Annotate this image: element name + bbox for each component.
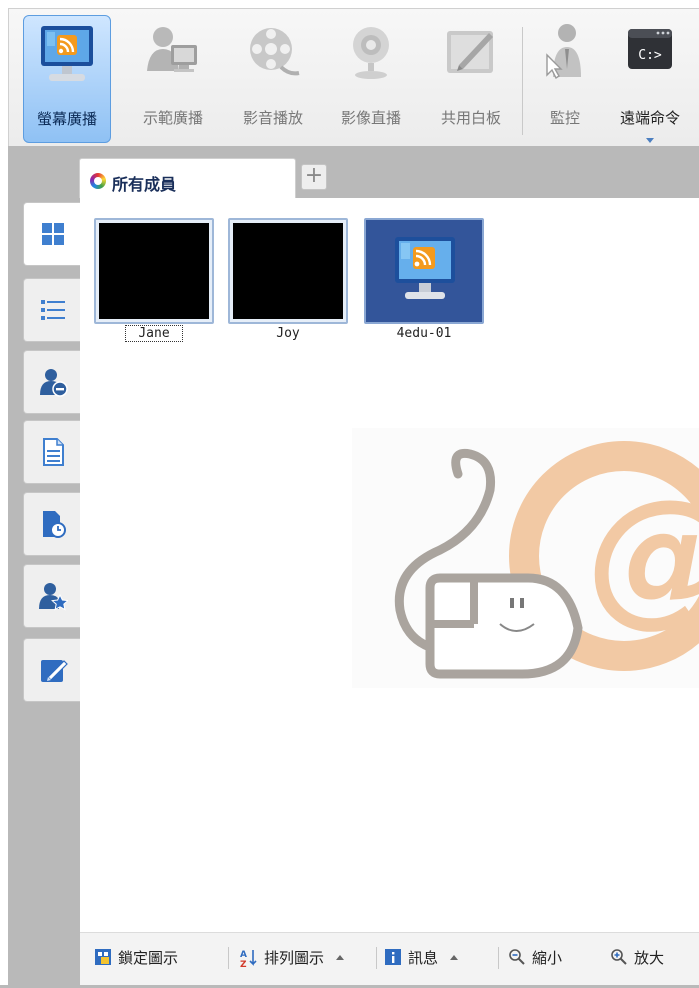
- side-tab-document[interactable]: [23, 420, 81, 484]
- history-icon: [43, 511, 66, 538]
- monitor-button[interactable]: 監控: [529, 15, 601, 143]
- svg-text:@: @: [588, 468, 699, 642]
- bottom-status-bar: 鎖定圖示 AZ 排列圖示 訊息 縮小 放大: [80, 932, 699, 988]
- member-name-4edu-01: 4edu-01: [396, 326, 452, 341]
- side-tab-favorite-user[interactable]: [23, 564, 81, 628]
- whiteboard-icon: [447, 31, 493, 73]
- side-tab-edit[interactable]: [23, 638, 81, 702]
- info-label: 訊息: [408, 948, 439, 967]
- zoom-out-button[interactable]: 縮小: [508, 945, 562, 969]
- screen-broadcast-icon: [41, 26, 93, 81]
- whiteboard-button[interactable]: 共用白板: [423, 15, 519, 143]
- status-separator: [498, 947, 499, 969]
- media-play-icon: [250, 28, 300, 76]
- remote-command-dropdown-arrow-icon[interactable]: [646, 138, 654, 143]
- zoom-in-button[interactable]: 放大: [610, 945, 664, 969]
- remote-command-icon: C:>: [628, 29, 672, 69]
- demo-broadcast-label: 示範廣播: [142, 109, 203, 127]
- tab-all-members[interactable]: 所有成員: [79, 158, 296, 200]
- svg-text:C:>: C:>: [638, 48, 662, 63]
- side-tab-remove-user[interactable]: [23, 350, 81, 414]
- sort-icons-button[interactable]: AZ 排列圖示: [240, 945, 345, 970]
- screen-broadcast-label: 螢幕廣播: [36, 110, 97, 128]
- member-name-joy: Joy: [276, 326, 300, 341]
- view-sidebar: [8, 198, 82, 988]
- screen-broadcast-button[interactable]: 螢幕廣播: [23, 15, 111, 143]
- sort-icons-label: 排列圖示: [264, 948, 325, 967]
- edit-icon: [41, 660, 68, 682]
- zoom-in-icon: [610, 948, 628, 966]
- zoom-out-icon: [508, 948, 526, 966]
- zoom-in-label: 放大: [634, 948, 665, 967]
- demo-broadcast-icon: [147, 27, 197, 72]
- member-name-jane-text: Jane: [125, 325, 183, 342]
- media-play-label: 影音播放: [242, 109, 303, 127]
- info-button[interactable]: 訊息: [384, 945, 459, 969]
- add-tab-button[interactable]: +: [301, 164, 327, 190]
- info-options-arrow-icon[interactable]: [450, 954, 459, 960]
- monitor-label: 監控: [549, 109, 580, 127]
- document-icon: [43, 438, 64, 466]
- monitor-user-icon: [546, 24, 581, 80]
- member-screen-broadcast: [369, 223, 479, 319]
- member-name-jane: Jane: [94, 325, 214, 342]
- group-tab-strip: 所有成員 +: [8, 146, 699, 200]
- member-thumbnail-4edu-01[interactable]: [364, 218, 484, 324]
- watermark-logo: @: [352, 428, 699, 688]
- list-view-icon: [41, 300, 65, 320]
- members-panel: Jane Joy 4edu-01 @: [80, 198, 699, 932]
- lock-grid-icon: [94, 948, 112, 966]
- lock-icons-label: 鎖定圖示: [118, 948, 179, 967]
- lock-icons-button[interactable]: 鎖定圖示: [94, 945, 178, 969]
- main-toolbar: 螢幕廣播 示範廣播 影音播放 影像直播 共用白板 監控 C:> 遠端命令: [8, 8, 699, 146]
- member-thumbnail-jane[interactable]: [94, 218, 214, 324]
- remove-user-icon: [40, 369, 68, 397]
- remote-command-label: 遠端命令: [619, 109, 680, 127]
- favorite-user-icon: [39, 583, 68, 611]
- tab-all-members-label: 所有成員: [112, 175, 177, 194]
- demo-broadcast-button[interactable]: 示範廣播: [125, 15, 221, 143]
- webcam-live-label: 影像直播: [340, 109, 401, 127]
- svg-text:Z: Z: [240, 960, 247, 968]
- status-separator: [228, 947, 229, 969]
- sort-az-icon: AZ: [240, 948, 258, 970]
- info-icon: [384, 948, 402, 966]
- zoom-out-label: 縮小: [532, 948, 563, 967]
- member-thumbnail-joy[interactable]: [228, 218, 348, 324]
- svg-text:A: A: [240, 950, 247, 960]
- side-tab-list-view[interactable]: [23, 278, 81, 342]
- status-separator: [376, 947, 377, 969]
- whiteboard-label: 共用白板: [440, 109, 501, 127]
- side-tab-history[interactable]: [23, 492, 81, 556]
- member-screen-black: [233, 223, 343, 319]
- toolbar-separator: [522, 27, 523, 135]
- grid-view-icon: [42, 223, 64, 245]
- screen-broadcast-icon: [395, 237, 455, 299]
- mouse-at-logo-icon: @: [394, 441, 699, 679]
- webcam-live-icon: [353, 27, 389, 79]
- color-ring-icon: [90, 173, 106, 189]
- member-screen-black: [99, 223, 209, 319]
- side-tab-grid-view[interactable]: [23, 202, 82, 266]
- sort-options-arrow-icon[interactable]: [336, 954, 345, 960]
- media-play-button[interactable]: 影音播放: [227, 15, 319, 143]
- webcam-live-button[interactable]: 影像直播: [325, 15, 417, 143]
- remote-command-button[interactable]: C:> 遠端命令: [605, 15, 695, 143]
